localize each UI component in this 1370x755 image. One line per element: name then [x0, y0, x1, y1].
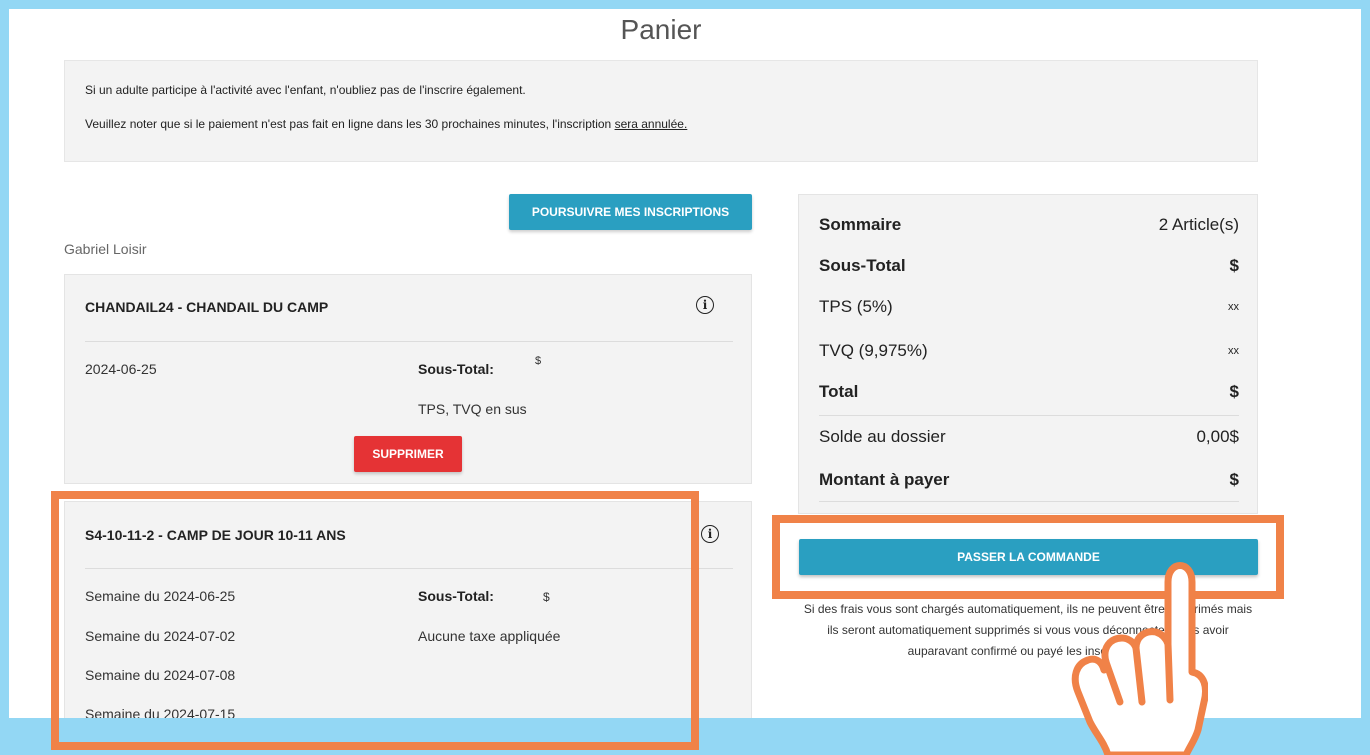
- notice-line-2-text: Veuillez noter que si le paiement n'est …: [85, 117, 615, 131]
- summary-count: 2 Article(s): [1158, 215, 1239, 234]
- subtotal-label: Sous-Total:: [418, 361, 494, 377]
- summary-tvq-row: TVQ (9,975%) xx: [819, 341, 1239, 381]
- summary-divider: [819, 501, 1239, 502]
- participant-name: Gabriel Loisir: [64, 241, 147, 257]
- subtotal-value: $: [543, 590, 550, 604]
- cart-item-card: CHANDAIL24 - CHANDAIL DU CAMP i 2024-06-…: [64, 274, 752, 484]
- summary-balance-row: Solde au dossier 0,00$: [819, 427, 1239, 467]
- summary-tps-value: xx: [1228, 301, 1239, 313]
- summary-total-label: Total: [819, 382, 859, 401]
- summary-balance-value: 0,00$: [1196, 427, 1239, 446]
- week-item: Semaine du 2024-07-02: [85, 628, 236, 644]
- summary-pay-row: Montant à payer $: [819, 470, 1239, 510]
- card-divider: [85, 568, 733, 569]
- summary-tvq-label: TVQ (9,975%): [819, 341, 928, 360]
- summary-total-value: $: [1229, 382, 1239, 401]
- delete-button[interactable]: SUPPRIMER: [354, 436, 462, 472]
- pointing-hand-icon: [1071, 562, 1208, 755]
- card-divider: [85, 341, 733, 342]
- frame-left-border: [0, 0, 9, 755]
- summary-subtotal-row: Sous-Total $: [819, 256, 1239, 296]
- week-item: Semaine du 2024-06-25: [85, 588, 236, 604]
- summary-tps-row: TPS (5%) xx: [819, 297, 1239, 337]
- order-summary: Sommaire 2 Article(s) Sous-Total $ TPS (…: [798, 194, 1258, 514]
- page-title: Panier: [620, 14, 702, 45]
- tax-note: TPS, TVQ en sus: [418, 401, 527, 417]
- summary-tvq-value: xx: [1228, 345, 1239, 357]
- subtotal-label: Sous-Total:: [418, 588, 494, 604]
- info-icon[interactable]: i: [701, 525, 719, 543]
- cart-item-date: 2024-06-25: [85, 361, 157, 377]
- notice-box: Si un adulte participe à l'activité avec…: [64, 60, 1258, 162]
- summary-pay-value: $: [1229, 470, 1239, 489]
- summary-pay-label: Montant à payer: [819, 470, 950, 489]
- week-item: Semaine du 2024-07-08: [85, 667, 236, 683]
- frame-right-border: [1361, 0, 1370, 755]
- summary-tps-label: TPS (5%): [819, 297, 893, 316]
- cart-item-title: CHANDAIL24 - CHANDAIL DU CAMP: [85, 299, 329, 315]
- summary-title: Sommaire: [819, 215, 902, 234]
- summary-balance-label: Solde au dossier: [819, 427, 946, 446]
- cart-item-card: S4-10-11-2 - CAMP DE JOUR 10-11 ANS i Se…: [64, 501, 752, 731]
- summary-total-row: Total $: [819, 382, 1239, 422]
- frame-top-border: [0, 0, 1370, 9]
- summary-subtotal-label: Sous-Total: [819, 256, 906, 275]
- continue-registrations-button[interactable]: POURSUIVRE MES INSCRIPTIONS: [509, 194, 752, 230]
- subtotal-value: $: [535, 355, 542, 367]
- tax-note: Aucune taxe appliquée: [418, 628, 561, 644]
- summary-subtotal-value: $: [1229, 256, 1239, 275]
- notice-cancel-text: sera annulée.: [614, 117, 688, 131]
- cart-item-title: S4-10-11-2 - CAMP DE JOUR 10-11 ANS: [85, 527, 346, 543]
- summary-divider: [819, 415, 1239, 416]
- summary-header: Sommaire 2 Article(s): [819, 215, 1239, 255]
- notice-line-1: Si un adulte participe à l'activité avec…: [85, 83, 526, 97]
- notice-line-2: Veuillez noter que si le paiement n'est …: [85, 117, 1237, 131]
- info-icon[interactable]: i: [696, 296, 714, 314]
